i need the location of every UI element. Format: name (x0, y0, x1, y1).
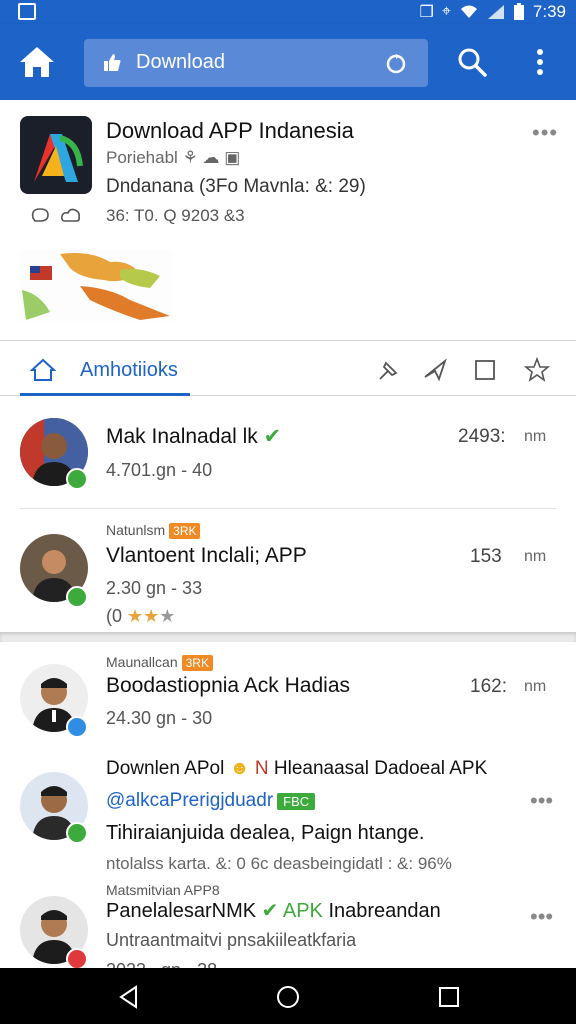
cloud-icon: ☁ (202, 148, 220, 167)
item-count: 2493: (458, 426, 506, 447)
verified-badge-icon (66, 586, 88, 608)
tab-apps[interactable]: Amhotiioks (80, 359, 178, 382)
search-box[interactable]: Download (84, 39, 428, 87)
app-bar: Download (0, 24, 576, 100)
item-handle[interactable]: @alkcaPrerigjduadr FBC (106, 790, 316, 812)
more-horiz-icon[interactable]: ••• (532, 120, 558, 146)
item-title: Downlen APol ☻ N Hleanaasal Dadoeal APK (106, 758, 488, 779)
item-body: Untraantmaitvi pnsakiileatkfaria (106, 930, 357, 950)
star-icon: ★ (143, 606, 160, 626)
nav-bar (0, 968, 576, 1024)
item-label: Natunlsm 3RK (106, 522, 201, 539)
check-icon: ✔ (261, 900, 279, 922)
search-icon[interactable] (456, 46, 488, 78)
rating-stars-icon: ★ (122, 606, 144, 626)
location-icon: ⌖ (441, 3, 451, 20)
more-vert-icon[interactable] (530, 46, 550, 78)
app-stats: 36: T0. Q 9203 &3 (106, 206, 245, 225)
item-tag: 3RK (181, 655, 213, 671)
item-sub: 4.701.gn - 40 (106, 460, 213, 480)
app-small-icons (30, 206, 82, 224)
item-sub: 2.30 gn - 33 (106, 578, 203, 598)
item-title: PanelalesarNMK ✔ APK Inabreandan (106, 900, 441, 922)
emoji-icon: ☻ (229, 758, 250, 779)
app-logo (20, 116, 92, 194)
app-card[interactable]: Download APP Indanesia Poriehabl ⚘ ☁ ▣ D… (0, 100, 576, 340)
section-separator (0, 632, 576, 642)
nfc-icon: ❒ (419, 4, 434, 21)
bookmark-icon[interactable] (472, 357, 498, 383)
map-image (20, 250, 172, 322)
verified-badge-icon (66, 716, 88, 738)
item-unit: nm (524, 428, 547, 445)
check-icon: ✔ (257, 425, 282, 448)
item-count: 162: (470, 676, 507, 697)
app-developer: Poriehabl ⚘ ☁ ▣ (106, 148, 241, 167)
chat-icon (31, 208, 49, 222)
screen: ❒ ⌖ 7:39 Download Download APP Indanesia… (0, 0, 576, 1024)
app-title: Download APP Indanesia (106, 118, 354, 143)
item-title: Boodastiopnia Ack Hadias (106, 674, 350, 697)
tab-indicator (20, 393, 190, 396)
recents-icon[interactable] (436, 984, 462, 1010)
item-label: Matsmitvian APP8 (106, 882, 220, 898)
home-nav-icon[interactable] (275, 984, 301, 1010)
clock: 7:39 (532, 2, 566, 21)
item-unit: nm (524, 678, 547, 695)
signal-icon (487, 5, 504, 19)
list-item[interactable]: Matsmitvian APP8 PanelalesarNMK ✔ APK In… (0, 878, 576, 968)
share-icon: ⚘ (182, 148, 198, 167)
item-title: Mak Inalnadal lk ✔ (106, 425, 282, 448)
handle-tag: FBC (277, 793, 316, 810)
tab-strip: Amhotiioks (0, 340, 576, 396)
item-title: Vlantoent Inclali; APP (106, 544, 307, 567)
item-rating: (0 ★★★ (106, 606, 176, 626)
send-icon[interactable] (422, 357, 448, 383)
more-horiz-icon[interactable]: ••• (530, 904, 553, 930)
cloud-outline-icon (61, 208, 80, 222)
app-meta: Dndanana (3Fo Mavnla: &: 29) (106, 176, 366, 197)
item-meta: ntolalss karta. &: 0 6c deasbeingidatl :… (106, 854, 452, 873)
refresh-icon[interactable] (384, 51, 408, 75)
home-icon[interactable] (18, 44, 56, 80)
item-sub: 2023 . gn - 38 (106, 960, 217, 968)
lock-icon: ▣ (224, 148, 241, 167)
star-icon[interactable] (524, 357, 550, 383)
badge-icon (66, 948, 88, 968)
tab-home-icon[interactable] (30, 357, 56, 383)
wifi-icon (460, 5, 477, 18)
back-icon[interactable] (116, 984, 142, 1010)
more-horiz-icon[interactable]: ••• (530, 788, 553, 814)
item-sub: 24.30 gn - 30 (106, 708, 213, 728)
verified-badge-icon (66, 468, 88, 490)
item-count: 153 (470, 546, 502, 567)
status-bar: ❒ ⌖ 7:39 (0, 0, 576, 24)
battery-icon (513, 3, 524, 20)
pin-icon[interactable] (376, 357, 402, 383)
star-icon: ★ (159, 606, 176, 626)
item-label: Maunallcan 3RK (106, 654, 213, 671)
status-icons: ❒ ⌖ 7:39 (420, 2, 566, 22)
sd-card-icon (18, 3, 36, 20)
item-body: Tihiraianjuida dealea, Paign htange. (106, 822, 425, 844)
flag-icon: N (254, 758, 269, 779)
item-unit: nm (524, 548, 547, 565)
divider (20, 508, 556, 509)
item-tag: 3RK (169, 523, 201, 539)
verified-badge-icon (66, 822, 88, 844)
search-input[interactable]: Download (136, 51, 225, 74)
thumbs-up-icon (104, 54, 121, 71)
